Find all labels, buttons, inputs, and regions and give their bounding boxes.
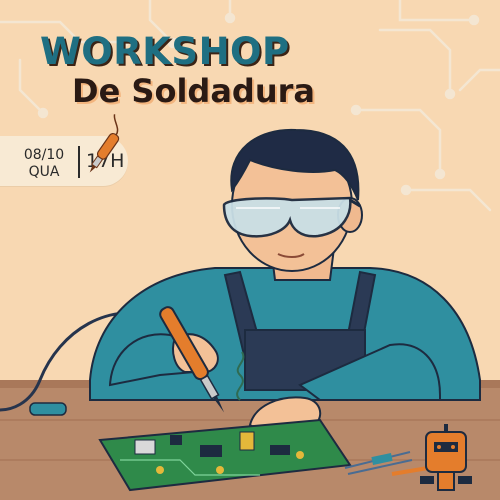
robot-logo-icon <box>420 424 472 491</box>
soldering-iron-icon <box>89 114 120 173</box>
workshop-poster: WORKSHOP De Soldadura 08/10 QUA 17H <box>0 0 500 500</box>
soldering-scene-illustration <box>0 114 500 500</box>
